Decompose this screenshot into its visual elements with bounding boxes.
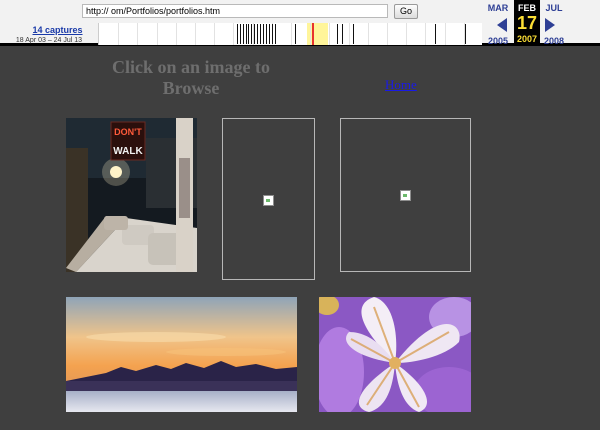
broken-image-icon [263, 195, 274, 206]
timeline-year-divider [329, 23, 331, 45]
timeline-capture-mark [342, 24, 343, 44]
current-capture-day: 17 [516, 13, 538, 33]
portfolio-thumbnail-street[interactable]: DON'T WALK [66, 118, 197, 272]
broken-image-icon [400, 190, 411, 201]
timeline-year-divider [118, 23, 120, 45]
timeline-capture-mark [240, 24, 241, 44]
timeline-year-divider [406, 23, 408, 45]
timeline-capture-mark [269, 24, 270, 44]
home-link[interactable]: Home [385, 77, 417, 93]
timeline-capture-mark [465, 24, 466, 44]
timeline-capture-mark [295, 24, 296, 44]
timeline-year-divider [291, 23, 292, 45]
current-capture-year: 2007 [516, 34, 538, 44]
prev-capture-arrow-icon[interactable] [497, 18, 507, 32]
timeline-capture-mark [353, 24, 354, 44]
next-capture-arrow-icon[interactable] [545, 18, 555, 32]
portfolio-thumbnail-flower[interactable] [319, 297, 471, 412]
next-capture-year[interactable]: 2008 [540, 36, 568, 46]
capture-timeline[interactable] [98, 23, 482, 45]
timeline-year-divider [367, 23, 369, 45]
timeline-capture-mark [435, 24, 436, 44]
timeline-current-marker [312, 23, 314, 45]
wayback-toolbar: http:// om/Portfolios/portfolios.htm Go … [0, 0, 600, 46]
sign-walk-text: WALK [113, 146, 143, 157]
portfolio-thumbnail-broken-1[interactable] [222, 118, 315, 280]
timeline-capture-mark [251, 24, 252, 44]
next-capture-month[interactable]: JUL [540, 3, 568, 13]
timeline-capture-mark [337, 24, 338, 44]
capture-date-range: 18 Apr 03 – 24 Jul 13 [15, 37, 83, 44]
page-heading: Click on an image to Browse [111, 57, 270, 98]
timeline-year-divider [233, 23, 235, 45]
mountain-sunset-photo [66, 297, 297, 412]
timeline-capture-mark [246, 24, 247, 44]
timeline-year-divider [444, 23, 446, 45]
timeline-capture-mark [272, 24, 273, 44]
current-capture-date: FEB 17 2007 [514, 0, 540, 46]
timeline-capture-mark [254, 24, 255, 44]
timeline-capture-mark [260, 24, 261, 44]
url-input[interactable]: http:// om/Portfolios/portfolios.htm [82, 4, 388, 18]
prev-capture-year[interactable]: 2005 [484, 36, 512, 46]
street-night-photo: DON'T WALK [66, 118, 197, 272]
timeline-year-divider [214, 23, 216, 45]
timeline-capture-mark [275, 24, 276, 44]
timeline-year-divider [175, 23, 177, 45]
sign-dont-text: DON'T [114, 127, 142, 137]
timeline-year-divider [156, 23, 158, 45]
timeline-capture-mark [257, 24, 258, 44]
timeline-year-divider [195, 23, 196, 45]
timeline-year-divider [425, 23, 427, 45]
portfolio-thumbnail-sunset[interactable] [66, 297, 297, 412]
portfolio-thumbnail-broken-2[interactable] [340, 118, 471, 272]
prev-capture-month[interactable]: MAR [484, 3, 512, 13]
timeline-year-divider [137, 23, 139, 45]
captures-link[interactable]: 14 captures [20, 25, 95, 35]
timeline-year-divider [387, 23, 388, 45]
timeline-capture-mark [243, 24, 244, 44]
purple-iris-photo [319, 297, 471, 412]
timeline-capture-mark [237, 24, 238, 44]
timeline-year-divider [348, 23, 350, 45]
timeline-capture-mark [263, 24, 264, 44]
go-button[interactable]: Go [394, 4, 418, 19]
timeline-capture-mark [248, 24, 249, 44]
timeline-year-divider [310, 23, 312, 45]
current-capture-month: FEB [518, 3, 536, 13]
timeline-capture-mark [266, 24, 267, 44]
